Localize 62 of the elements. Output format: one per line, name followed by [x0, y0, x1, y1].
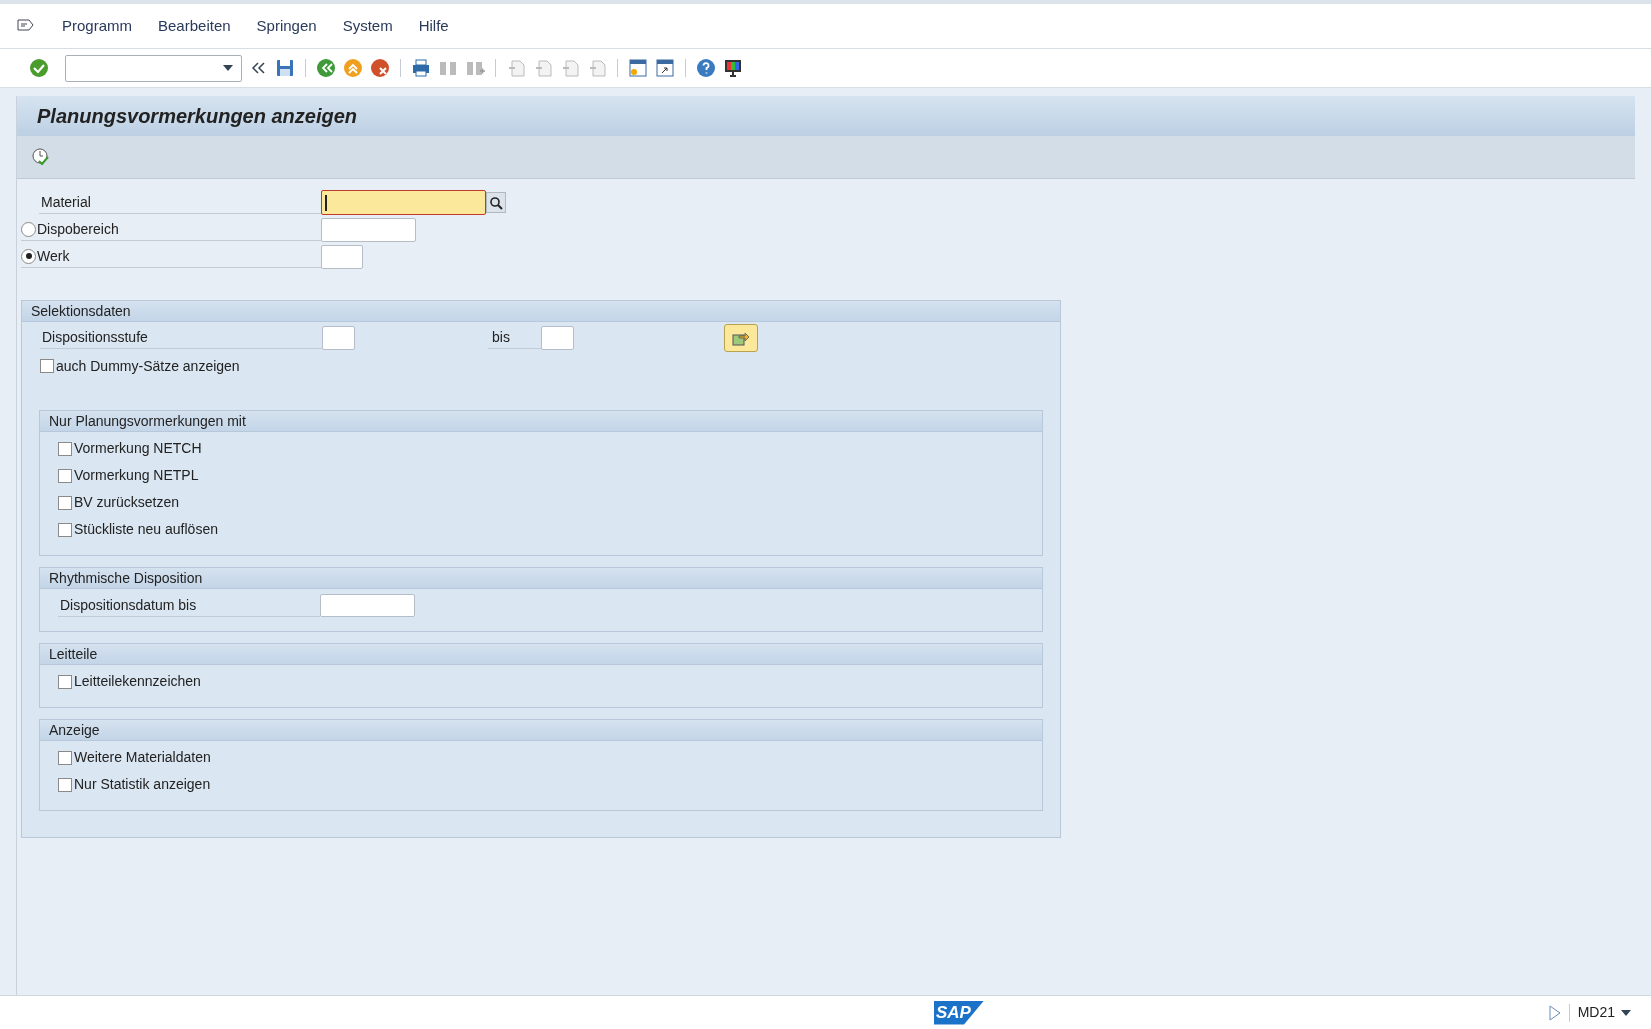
print-icon[interactable] — [410, 57, 432, 79]
checkbox-label: BV zurücksetzen — [74, 493, 180, 512]
radio-button[interactable] — [21, 221, 36, 237]
exit-icon[interactable] — [342, 57, 364, 79]
command-field[interactable] — [65, 54, 242, 82]
arrow-right-icon — [732, 330, 750, 346]
monitor-icon[interactable] — [722, 57, 744, 79]
checkbox[interactable] — [58, 495, 72, 510]
checkbox[interactable] — [58, 441, 72, 456]
search-icon — [489, 195, 503, 210]
help-icon[interactable] — [695, 57, 717, 79]
radio-label: Werk — [37, 246, 70, 266]
field-label: Dispositionsdatum bis — [58, 594, 320, 617]
multiple-selection-button[interactable] — [724, 324, 758, 352]
radio-label: Dispobereich — [37, 219, 119, 239]
checkbox-label: Nur Statistik anzeigen — [74, 775, 211, 794]
checkbox[interactable] — [40, 359, 54, 373]
checkbox-label: Stückliste neu auflösen — [74, 520, 218, 539]
sap-logo: SAP — [934, 1000, 984, 1025]
checkbox[interactable] — [58, 468, 72, 483]
group-title: Nur Planungsvormerkungen mit — [49, 411, 246, 431]
date-input[interactable] — [320, 594, 415, 617]
menu-item[interactable]: Hilfe — [418, 14, 449, 38]
group-title: Rhythmische Disposition — [49, 568, 203, 588]
material-input[interactable] — [321, 190, 486, 215]
checkbox[interactable] — [58, 674, 72, 689]
group-title: Selektionsdaten — [31, 301, 131, 321]
from-input[interactable] — [322, 326, 355, 350]
value-input[interactable] — [321, 244, 363, 269]
back-icon[interactable] — [315, 57, 337, 79]
checkmark-icon[interactable] — [28, 57, 50, 79]
checkbox-label: Weitere Materialdaten — [74, 748, 211, 767]
checkbox[interactable] — [58, 522, 72, 537]
checkbox-label: Vormerkung NETPL — [74, 466, 199, 485]
dropdown-caret-icon[interactable] — [1621, 1009, 1631, 1016]
group-title: Anzeige — [49, 720, 100, 740]
menu-icon[interactable] — [16, 18, 36, 34]
field-label: Material — [39, 191, 321, 214]
checkbox[interactable] — [58, 777, 72, 792]
screen-title: Planungsvormerkungen anzeigen — [37, 104, 358, 129]
radio-button[interactable] — [21, 248, 36, 264]
menu-item[interactable]: Springen — [256, 14, 317, 38]
group-title: Leitteile — [49, 644, 98, 664]
play-icon[interactable] — [1548, 1004, 1561, 1021]
checkbox[interactable] — [58, 750, 72, 765]
checkbox-label: Leitteilekennzeichen — [74, 672, 201, 691]
value-input[interactable] — [321, 217, 416, 242]
shortcut-window-icon[interactable] — [654, 57, 676, 79]
transaction-code: MD21 — [1577, 1003, 1615, 1022]
new-window-icon[interactable] — [627, 57, 649, 79]
dropdown-caret-icon — [223, 65, 233, 71]
cancel-icon[interactable] — [369, 57, 391, 79]
search-button[interactable] — [486, 192, 506, 213]
menu-item[interactable]: Programm — [62, 14, 132, 38]
field-label: Dispositionsstufe — [40, 327, 322, 349]
menu-item[interactable]: System — [342, 14, 393, 38]
to-input[interactable] — [541, 326, 574, 350]
checkbox-label: auch Dummy-Sätze anzeigen — [56, 356, 240, 376]
save-icon[interactable] — [274, 57, 296, 79]
menu-item[interactable]: Bearbeiten — [158, 14, 231, 38]
checkbox-label: Vormerkung NETCH — [74, 439, 202, 458]
execute-clock-icon[interactable] — [31, 147, 51, 167]
